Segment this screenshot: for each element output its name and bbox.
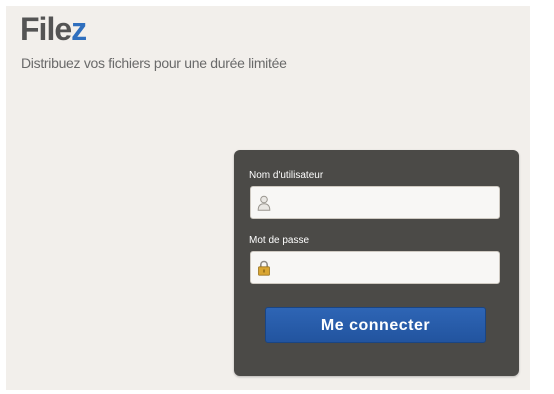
logo-accent-text: z: [71, 11, 87, 47]
password-input[interactable]: [277, 252, 495, 283]
username-field[interactable]: [250, 186, 500, 219]
login-button[interactable]: Me connecter: [265, 307, 486, 343]
password-label: Mot de passe: [249, 235, 310, 246]
logo-main-text: File: [20, 11, 72, 47]
page-background: Filez Distribuez vos fichiers pour une d…: [6, 6, 530, 390]
login-form: Nom d'utilisateur Mot de passe Me connec…: [234, 150, 519, 376]
password-field[interactable]: [250, 251, 500, 284]
username-label: Nom d'utilisateur: [249, 170, 324, 181]
lock-icon: [257, 260, 271, 276]
app-logo: Filez: [20, 11, 87, 47]
user-icon: [257, 195, 271, 211]
app-tagline: Distribuez vos fichiers pour une durée l…: [21, 55, 287, 71]
username-input[interactable]: [277, 187, 495, 218]
